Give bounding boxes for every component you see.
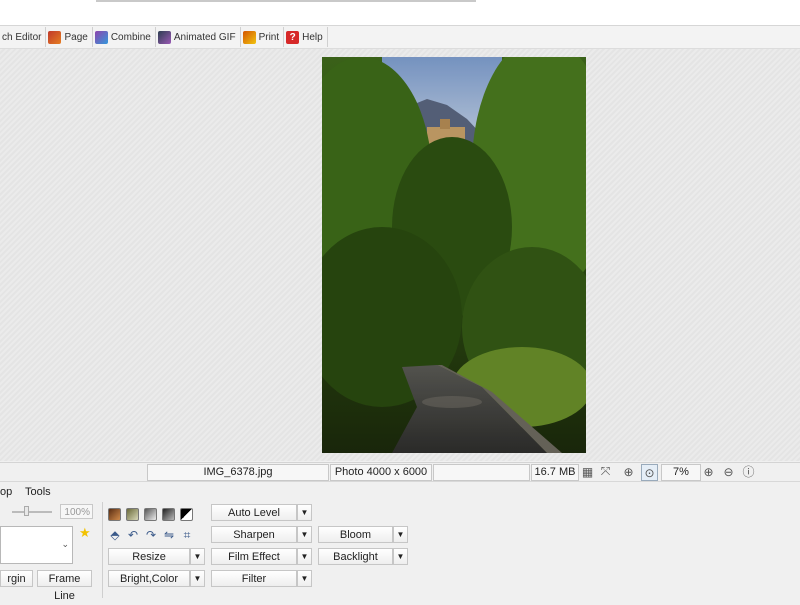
monochrome-filter-icon[interactable]	[162, 508, 175, 521]
film-effect-button[interactable]: Film Effect	[211, 548, 297, 565]
toolbar-combine-label: Combine	[110, 31, 151, 43]
status-zoom-level: 7%	[661, 464, 701, 481]
edit-panel: op Tools 100% ⌄ ★ rgin Frame Line ⬘ ↶ ↷ …	[0, 481, 800, 602]
chevron-down-icon: ⌄	[61, 539, 69, 549]
bright-color-dropdown[interactable]: ▼	[190, 570, 205, 587]
main-toolbar: ch Editor Page Combine Animated GIF Prin…	[0, 26, 800, 49]
zoom-in-icon[interactable]: ⊕	[701, 464, 716, 479]
status-image-info: Photo 4000 x 6000	[330, 464, 432, 481]
opacity-slider[interactable]	[12, 511, 52, 513]
animated-gif-icon	[157, 30, 171, 44]
title-strip	[0, 0, 800, 26]
print-icon	[242, 30, 256, 44]
photo-illustration	[322, 57, 586, 453]
image-canvas[interactable]	[0, 49, 800, 461]
toolbar-batch-editor[interactable]: ch Editor	[0, 27, 47, 47]
opacity-value-field[interactable]: 100%	[60, 504, 93, 519]
menu-crop[interactable]: op	[0, 486, 12, 498]
help-icon: ?	[286, 30, 300, 44]
zoom-fit-icon[interactable]: ⊙	[641, 464, 658, 481]
auto-level-button[interactable]: Auto Level	[211, 504, 297, 521]
resize-button[interactable]: Resize	[108, 548, 190, 565]
preset-dropdown[interactable]: ⌄	[0, 526, 73, 564]
photo-preview[interactable]	[322, 57, 586, 453]
panel-divider	[102, 502, 103, 598]
toolbar-print-label: Print	[258, 31, 280, 43]
opacity-slider-handle[interactable]	[24, 506, 29, 516]
toolbar-batch-editor-label: ch Editor	[2, 31, 42, 43]
margin-button[interactable]: rgin	[0, 570, 33, 587]
film-effect-dropdown[interactable]: ▼	[297, 548, 312, 565]
resize-dropdown[interactable]: ▼	[190, 548, 205, 565]
page-icon	[48, 30, 62, 44]
menu-tools[interactable]: Tools	[25, 486, 51, 498]
toolbar-help-label: Help	[302, 31, 323, 43]
status-file-size: 16.7 MB	[531, 464, 579, 481]
toolbar-combine[interactable]: Combine	[93, 27, 156, 47]
filter-button[interactable]: Filter	[211, 570, 297, 587]
status-empty-field	[433, 464, 530, 481]
grayscale-filter-icon[interactable]	[144, 508, 157, 521]
toolbar-animated-gif-label: Animated GIF	[173, 31, 236, 43]
status-filename: IMG_6378.jpg	[147, 464, 329, 481]
sharpen-button[interactable]: Sharpen	[211, 526, 297, 543]
fit-screen-icon[interactable]: ⤧	[598, 464, 613, 479]
vintage-filter-icon[interactable]	[126, 508, 139, 521]
transparency-grid-icon[interactable]: ▦	[580, 464, 595, 479]
zoom-out-icon[interactable]: ⊖	[721, 464, 736, 479]
actual-size-icon[interactable]: ⊕	[621, 464, 636, 479]
title-strip-remnant	[96, 0, 476, 2]
sepia-filter-icon[interactable]	[108, 508, 121, 521]
rotate-free-icon[interactable]: ⬘	[108, 528, 122, 542]
bright-color-button[interactable]: Bright,Color	[108, 570, 190, 587]
crop-icon[interactable]: ⌗	[180, 528, 194, 542]
toolbar-animated-gif[interactable]: Animated GIF	[156, 27, 241, 47]
bloom-button[interactable]: Bloom	[318, 526, 393, 543]
bloom-dropdown[interactable]: ▼	[393, 526, 408, 543]
backlight-dropdown[interactable]: ▼	[393, 548, 408, 565]
status-bar: IMG_6378.jpg Photo 4000 x 6000 16.7 MB ▦…	[0, 462, 800, 481]
toolbar-page[interactable]: Page	[46, 27, 93, 47]
sharpen-dropdown[interactable]: ▼	[297, 526, 312, 543]
frame-line-button[interactable]: Frame Line	[37, 570, 92, 602]
toolbar-page-label: Page	[64, 31, 88, 43]
toolbar-print[interactable]: Print	[241, 27, 285, 47]
filter-dropdown[interactable]: ▼	[297, 570, 312, 587]
favorite-star-icon[interactable]: ★	[79, 525, 91, 541]
rotate-right-icon[interactable]: ↷	[144, 528, 158, 542]
rotate-left-icon[interactable]: ↶	[126, 528, 140, 542]
combine-icon	[94, 30, 108, 44]
info-icon[interactable]: ⓘ	[741, 464, 756, 479]
toolbar-help[interactable]: ? Help	[284, 27, 328, 47]
auto-level-dropdown[interactable]: ▼	[297, 504, 312, 521]
flip-icon[interactable]: ⇋	[162, 528, 176, 542]
backlight-button[interactable]: Backlight	[318, 548, 393, 565]
negative-filter-icon[interactable]	[180, 508, 193, 521]
